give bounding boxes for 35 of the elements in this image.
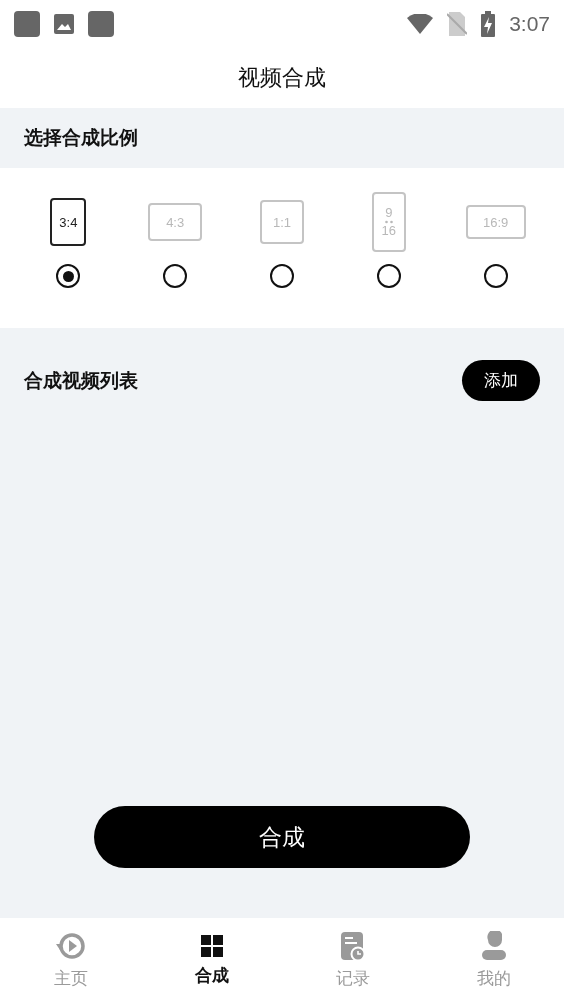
radio-button[interactable]: [56, 264, 81, 288]
nav-label: 主页: [53, 966, 88, 990]
person-icon: [480, 930, 507, 961]
radio-button[interactable]: [483, 264, 508, 288]
radio-button[interactable]: [270, 264, 294, 288]
nav-label: 合成: [194, 963, 229, 987]
ratio-option[interactable]: 4:3: [148, 203, 203, 241]
list-title: 合成视频列表: [24, 367, 138, 393]
ratio-option[interactable]: 9 16: [371, 192, 406, 252]
nav-label: 记录: [335, 966, 370, 990]
app-notification-icon: [88, 11, 114, 37]
image-icon: [54, 14, 74, 34]
document-clock-icon: [339, 930, 366, 961]
colon-icon: [384, 220, 393, 224]
no-sim-icon: [447, 12, 468, 36]
nav-tab[interactable]: 合成: [141, 918, 282, 1002]
nav-label: 我的: [476, 966, 511, 990]
radio-button[interactable]: [163, 264, 188, 288]
app-notification-icon: [14, 11, 40, 37]
wifi-icon: [407, 14, 434, 34]
ratio-option[interactable]: 3:4: [50, 198, 87, 246]
grid-icon: [199, 933, 224, 958]
section-title: 选择合成比例: [24, 125, 138, 150]
battery-charging-icon: [481, 11, 496, 37]
radio-button[interactable]: [376, 264, 401, 288]
nav-tab[interactable]: 主页: [0, 918, 141, 1002]
replay-icon: [54, 930, 87, 961]
ratio-option[interactable]: 16:9: [465, 205, 526, 239]
page-title: 视频合成: [238, 64, 326, 92]
nav-tab[interactable]: 记录: [282, 918, 423, 1002]
nav-tab[interactable]: 我的: [423, 918, 564, 1002]
ratio-option[interactable]: 1:1: [260, 200, 304, 244]
add-button[interactable]: 添加: [462, 360, 540, 401]
compose-button[interactable]: 合成: [94, 806, 470, 868]
status-time: 3:07: [509, 12, 550, 36]
